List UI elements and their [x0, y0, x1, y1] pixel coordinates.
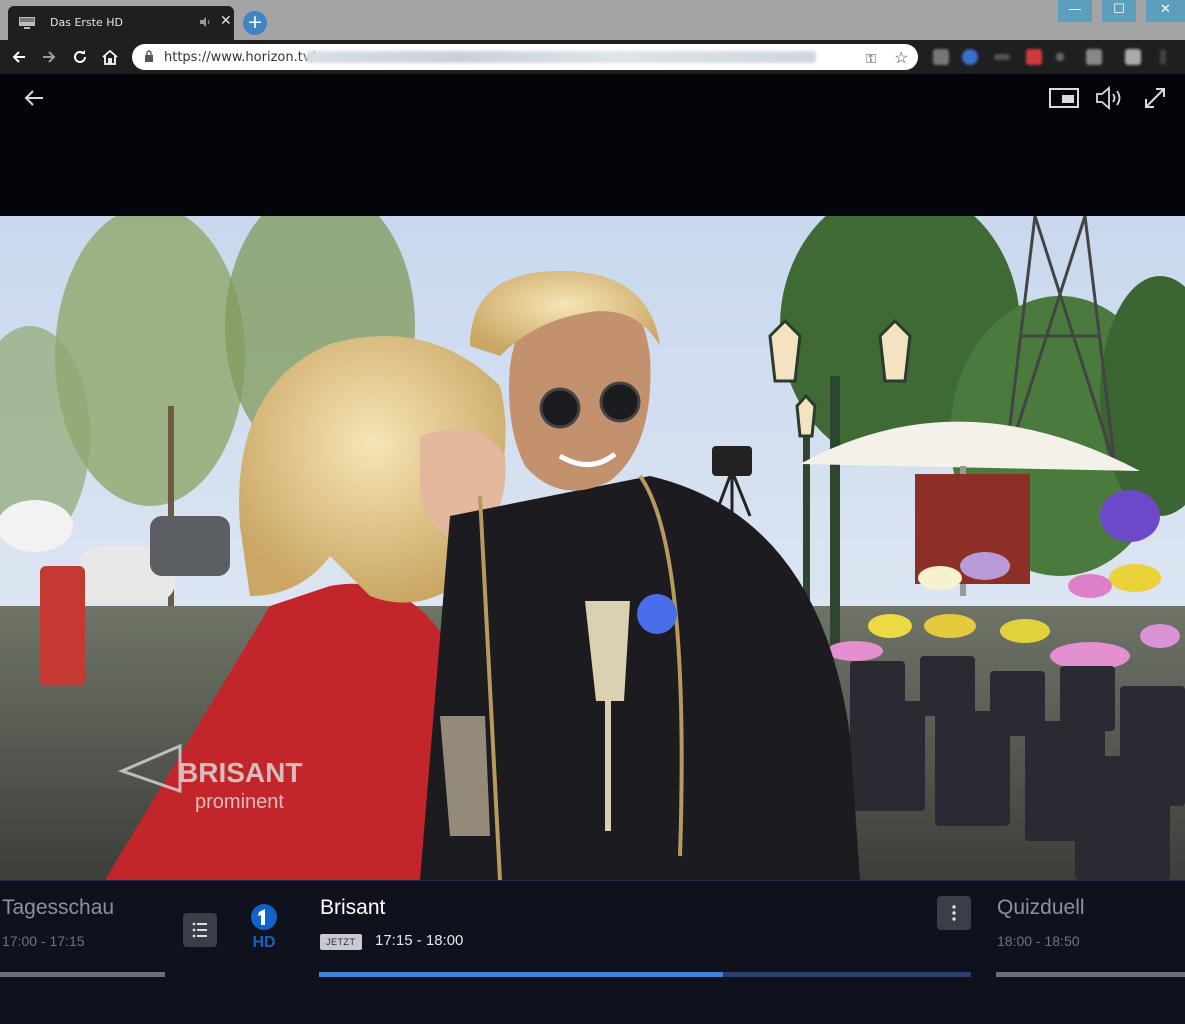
- extension-icon[interactable]: [1026, 49, 1042, 65]
- fullscreen-icon[interactable]: [1143, 86, 1167, 110]
- watermark-subtitle: prominent: [195, 791, 284, 813]
- url-text: https://www.horizon.tv/: [164, 50, 315, 65]
- tab-close-icon[interactable]: ✕: [220, 13, 232, 29]
- current-program-time: 17:15 - 18:00: [375, 932, 464, 949]
- browser-toolbar: https://www.horizon.tv/ ⚿ ☆: [0, 40, 1185, 74]
- browser-titlebar: Das Erste HD ✕ + — ☐ ✕: [0, 0, 1185, 40]
- extension-icon[interactable]: [994, 54, 1010, 60]
- previous-program-title[interactable]: Tagesschau: [2, 896, 114, 920]
- previous-program-time: 17:00 - 17:15: [2, 933, 85, 949]
- bookmark-star-icon[interactable]: ☆: [894, 48, 908, 68]
- address-bar[interactable]: https://www.horizon.tv/ ⚿ ☆: [132, 44, 918, 70]
- progress-fill: [319, 972, 724, 977]
- kebab-menu-icon: [952, 905, 956, 921]
- extension-icon[interactable]: [1125, 49, 1141, 65]
- window-close-button[interactable]: ✕: [1146, 0, 1185, 22]
- browser-tab[interactable]: Das Erste HD ✕: [8, 6, 234, 40]
- watermark-title: BRISANT: [178, 757, 302, 788]
- forward-icon[interactable]: [39, 47, 59, 67]
- epg-divider: [0, 880, 1185, 881]
- epg-bar: Tagesschau 17:00 - 17:15 HD Brisant JETZ…: [0, 880, 1185, 1024]
- next-program-title[interactable]: Quizduell: [997, 896, 1085, 920]
- current-program-title[interactable]: Brisant: [320, 896, 385, 920]
- next-program-progress: [996, 972, 1185, 977]
- das-erste-logo-icon: HD: [251, 904, 277, 950]
- new-tab-button[interactable]: +: [243, 11, 267, 35]
- channel-logo-hd: HD: [252, 934, 275, 950]
- window-minimize-button[interactable]: —: [1058, 0, 1092, 22]
- next-program-time: 18:00 - 18:50: [997, 933, 1080, 949]
- video-frame[interactable]: BRISANT prominent: [0, 216, 1185, 880]
- extension-icon[interactable]: [962, 49, 978, 65]
- key-icon[interactable]: ⚿: [866, 51, 876, 67]
- current-program-progress: [319, 972, 971, 977]
- tv-favicon-icon: [19, 17, 35, 29]
- back-arrow-icon[interactable]: [22, 86, 46, 110]
- url-redacted: [306, 51, 816, 63]
- extension-icon[interactable]: [1056, 53, 1064, 61]
- home-icon[interactable]: [100, 47, 120, 67]
- previous-program-progress: [0, 972, 165, 977]
- reload-icon[interactable]: [70, 47, 90, 67]
- extension-icon[interactable]: [933, 49, 949, 65]
- channel-list-button[interactable]: [183, 913, 217, 947]
- back-icon[interactable]: [9, 47, 29, 67]
- picture-in-picture-icon[interactable]: [1049, 88, 1079, 108]
- volume-icon[interactable]: [1095, 86, 1125, 110]
- window-maximize-button[interactable]: ☐: [1102, 0, 1136, 22]
- extension-icon[interactable]: [1086, 49, 1102, 65]
- more-options-button[interactable]: [937, 896, 971, 930]
- menu-icon[interactable]: [1160, 49, 1166, 65]
- list-icon: [192, 922, 207, 938]
- tab-audio-icon[interactable]: [198, 15, 212, 29]
- lock-icon: [145, 50, 153, 62]
- tab-title: Das Erste HD: [50, 16, 123, 29]
- now-badge: JETZT: [320, 934, 362, 950]
